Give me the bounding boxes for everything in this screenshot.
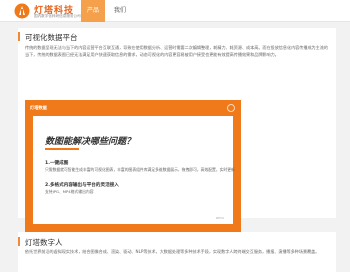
point-1-text: 只需数据就可智能生成丰富的可视化图表，丰富的图表组件库满足多维数据展示，拖拽即可… [45, 167, 235, 172]
slide-title: 数图能解决哪些问题？ [45, 137, 136, 147]
visual-data-platform-section: 可视化数据平台 传统的数据呈现无法与当下的内容运营平台互联互通，导致在使用数据分… [18, 28, 336, 243]
nav-item-about-us[interactable]: 我们 [108, 0, 132, 22]
point-1-title: 1.一键成图 [45, 161, 69, 166]
product-banner-image[interactable]: 灯塔数据 数图能解决哪些问题？ 1.一键成图 只需数据就可智能生成丰富的可视化图… [25, 100, 241, 232]
banner-slide: 数图能解决哪些问题？ 1.一键成图 只需数据就可智能生成丰富的可视化图表，丰富的… [33, 116, 235, 224]
section-description: 传统的数据呈现无法与当下的内容运营平台互联互通，导致在使用数据分析、运营时需要二… [25, 45, 328, 57]
slide-footer: DEVS [215, 216, 224, 220]
top-navigation-bar: 灯塔科技 国内数字化科研信息服务公司 产品 我们 [0, 0, 350, 22]
digital-human-section: 灯塔数字人 依托世界前沿的虚拟现实技术，结合图像合成、渲染、驱动、NLP等技术，… [18, 232, 336, 272]
point-2-title: 2.多格式内容输出与平台的灵活接入 [45, 183, 119, 188]
section-title: 灯塔数字人 [25, 238, 63, 247]
section-description: 依托世界前沿的虚拟现实技术，结合图像合成、渲染、驱动、NLP等技术，大数据处理等… [25, 249, 320, 254]
banner-tag: 灯塔数据 [30, 105, 47, 110]
brand-logo-icon[interactable] [14, 3, 30, 19]
brand-subtitle: 国内数字化科研信息服务公司 [34, 14, 81, 18]
point-2-text: 支持JPG、MP4格式输出内容 [45, 189, 94, 194]
nav-item-products[interactable]: 产品 [81, 0, 105, 22]
section-accent-bar [18, 237, 20, 246]
section-title: 可视化数据平台 [25, 33, 78, 42]
section-accent-bar [18, 32, 20, 41]
slide-accent-line [45, 148, 79, 150]
banner-logo-icon [227, 104, 235, 112]
